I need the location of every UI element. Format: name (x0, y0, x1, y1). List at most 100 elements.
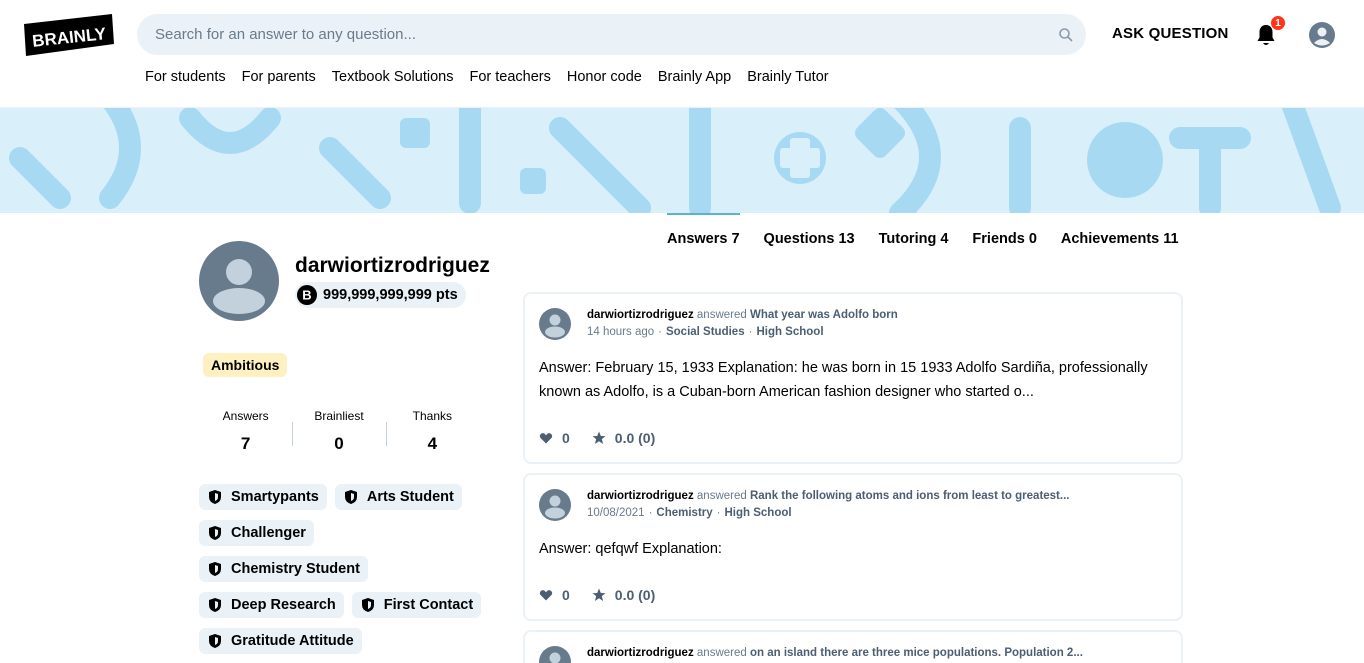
search-bar[interactable] (137, 14, 1086, 55)
badge-smartypants[interactable]: Smartypants (199, 484, 327, 510)
shield-icon (209, 526, 221, 540)
answered-verb: answered (696, 647, 747, 659)
badge-label: First Contact (383, 597, 474, 613)
question-title[interactable]: Rank the following atoms and ions from l… (750, 490, 1070, 502)
shield-icon (209, 490, 221, 504)
notification-badge: 1 (1270, 15, 1286, 31)
main-nav: For students For parents Textbook Soluti… (145, 69, 829, 85)
question-title[interactable]: on an island there are three mice popula… (750, 647, 1083, 659)
nav-brainly-app[interactable]: Brainly App (658, 69, 731, 85)
points-value: 999,999,999,999 pts (323, 287, 458, 303)
author-name[interactable]: darwiortizrodriguez (587, 647, 694, 659)
answer-header: darwiortizrodriguez answered on an islan… (587, 647, 1083, 659)
author-name[interactable]: darwiortizrodriguez (587, 490, 694, 502)
thanks-count: 0 (562, 430, 570, 446)
answer-subject[interactable]: Social Studies (666, 326, 745, 338)
stat-value: 7 (240, 434, 251, 453)
answer-header: darwiortizrodriguez answered What year w… (587, 309, 898, 321)
star-icon[interactable] (592, 588, 606, 602)
stat-value: 0 (334, 434, 344, 453)
answer-reactions: 0 0.0 (0) (539, 587, 655, 603)
nav-for-parents[interactable]: For parents (242, 69, 316, 85)
user-avatar-icon[interactable] (1309, 22, 1335, 48)
nav-for-teachers[interactable]: For teachers (469, 69, 550, 85)
answer-time: 14 hours ago (587, 326, 655, 338)
points-badge: B 999,999,999,999 pts (295, 282, 466, 308)
nav-honor-code[interactable]: Honor code (567, 69, 642, 85)
badge-label: Chemistry Student (231, 561, 360, 577)
stat-label: Brainliest (314, 409, 364, 423)
badge-row-spacer (376, 556, 476, 582)
tab-tutoring[interactable]: Tutoring 4 (879, 213, 949, 255)
profile-tabs: Answers 7 Questions 13 Tutoring 4 Friend… (667, 213, 1179, 255)
tab-achievements[interactable]: Achievements 11 (1061, 213, 1179, 255)
shield-icon (209, 598, 221, 612)
stat-label: Answers (222, 409, 269, 423)
rating-value: 0.0 (0) (614, 587, 656, 603)
tab-friends[interactable]: Friends 0 (972, 213, 1036, 255)
badge-arts-student[interactable]: Arts Student (334, 484, 462, 510)
author-avatar[interactable] (539, 489, 571, 521)
answered-verb: answered (696, 309, 747, 321)
shield-icon (344, 490, 357, 504)
answered-verb: answered (696, 490, 747, 502)
badge-label: Gratitude Attitude (231, 633, 354, 649)
badge-label: Deep Research (231, 597, 336, 613)
profile-stats: Answers 7 Brainliest 0 Thanks 4 (199, 408, 479, 458)
search-icon[interactable] (1058, 27, 1074, 43)
question-title[interactable]: What year was Adolfo born (750, 309, 898, 321)
ask-question-button[interactable]: ASK QUESTION (1112, 25, 1229, 42)
stat-value: 4 (427, 434, 438, 453)
answer-level[interactable]: High School (756, 326, 823, 338)
badge-label: Challenger (231, 525, 306, 541)
answer-meta: 14 hours ago · Social Studies · High School (587, 326, 824, 338)
brainly-points-icon: B (297, 285, 317, 305)
nav-brainly-tutor[interactable]: Brainly Tutor (747, 69, 828, 85)
shield-icon (361, 598, 374, 612)
shield-icon (209, 562, 221, 576)
profile-avatar (199, 241, 279, 321)
badge-chemistry-student[interactable]: Chemistry Student (199, 556, 368, 582)
rating-value: 0.0 (0) (614, 430, 656, 446)
answer-body: Answer: qefqwf Explanation: (539, 541, 722, 557)
answer-meta: 10/08/2021 · Chemistry · High School (587, 507, 792, 519)
author-avatar[interactable] (539, 646, 571, 663)
heart-icon[interactable] (539, 431, 553, 445)
star-icon[interactable] (592, 431, 606, 445)
answer-body: Answer: February 15, 1933 Explanation: h… (539, 360, 1148, 400)
stat-thanks: Thanks 4 (385, 408, 479, 458)
stat-label: Thanks (412, 409, 452, 423)
tab-questions[interactable]: Questions 13 (764, 213, 855, 255)
top-header: BRAINLY ASK QUESTION 1 For students For … (0, 0, 1364, 108)
shield-icon (209, 634, 221, 648)
banner-pattern (9, 108, 1341, 213)
svg-text:B: B (302, 288, 311, 303)
author-name[interactable]: darwiortizrodriguez (587, 309, 694, 321)
badge-label: Arts Student (366, 489, 454, 505)
search-input[interactable] (155, 14, 1035, 55)
thanks-count: 0 (562, 587, 570, 603)
badge-label: Smartypants (231, 489, 319, 505)
answer-card[interactable]: darwiortizrodriguez answered Rank the fo… (523, 473, 1183, 621)
answer-level[interactable]: High School (725, 507, 792, 519)
tab-answers[interactable]: Answers 7 (667, 213, 740, 255)
author-avatar[interactable] (539, 308, 571, 340)
answer-reactions: 0 0.0 (0) (539, 430, 655, 446)
stat-brainliest: Brainliest 0 (292, 408, 385, 458)
nav-textbook-solutions[interactable]: Textbook Solutions (332, 69, 454, 85)
answer-subject[interactable]: Chemistry (656, 507, 712, 519)
answer-card[interactable]: darwiortizrodriguez answered on an islan… (523, 630, 1183, 663)
badge-challenger[interactable]: Challenger (199, 520, 314, 546)
badge-gratitude-attitude[interactable]: Gratitude Attitude (199, 628, 362, 654)
nav-for-students[interactable]: For students (145, 69, 226, 85)
badge-deep-research[interactable]: Deep Research (199, 592, 344, 618)
profile-banner (0, 108, 1364, 213)
answer-card[interactable]: darwiortizrodriguez answered What year w… (523, 292, 1183, 464)
heart-icon[interactable] (539, 588, 553, 602)
badge-first-contact[interactable]: First Contact (351, 592, 482, 618)
answer-header: darwiortizrodriguez answered Rank the fo… (587, 490, 1069, 502)
badge-row-spacer (322, 520, 422, 546)
brainly-logo[interactable]: BRAINLY (24, 14, 114, 56)
rank-badge: Ambitious (203, 353, 288, 377)
achievement-badges: Smartypants Arts Student Challenger Chem… (199, 484, 499, 654)
